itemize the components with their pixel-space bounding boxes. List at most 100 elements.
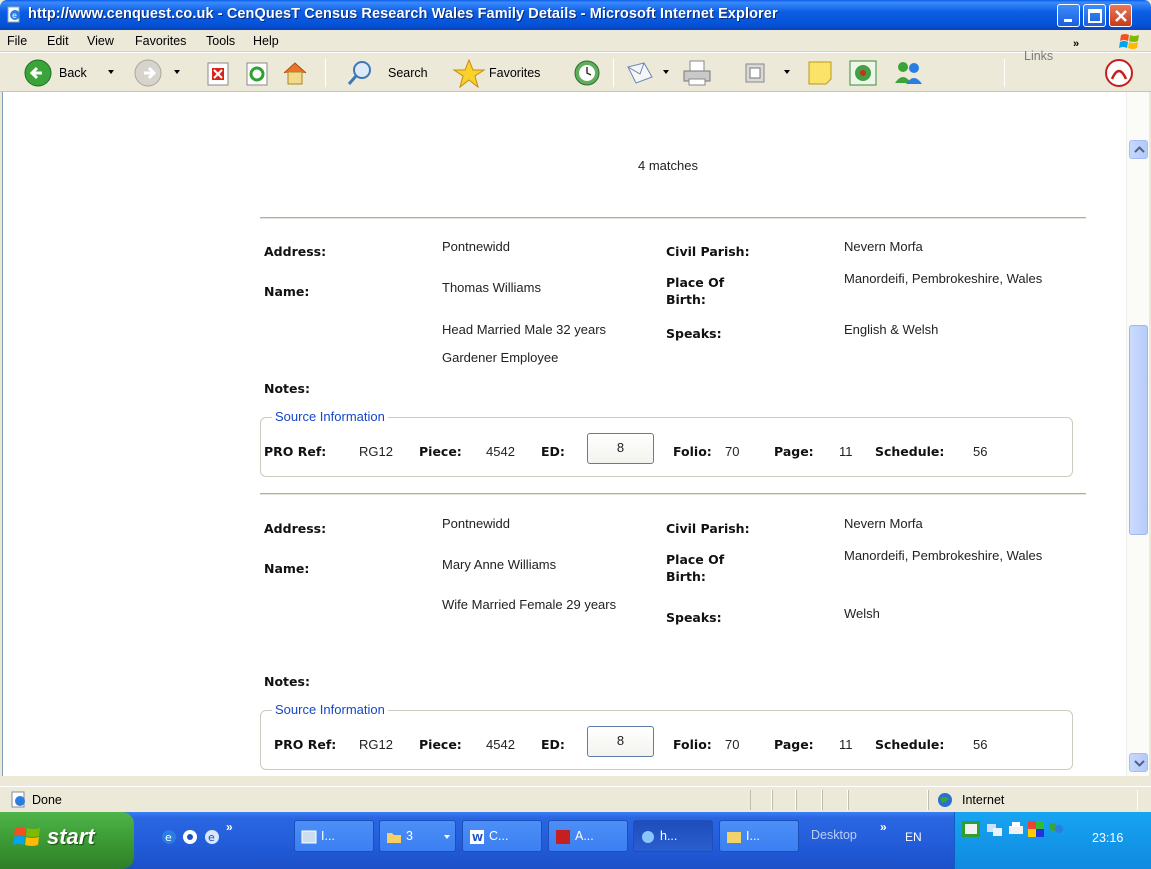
- menu-view[interactable]: View: [87, 34, 114, 48]
- page-label: Page:: [774, 444, 814, 459]
- printer-tray-icon[interactable]: [1007, 820, 1025, 838]
- record-divider: [260, 217, 1086, 219]
- app-icon: [727, 832, 741, 843]
- edit-dropdown-icon[interactable]: [784, 70, 790, 74]
- start-button[interactable]: start: [0, 812, 134, 869]
- place-of-birth-label: Place Of Birth:: [666, 552, 725, 584]
- folio-value: 70: [725, 737, 740, 752]
- back-dropdown-icon[interactable]: [108, 70, 114, 74]
- menu-edit[interactable]: Edit: [47, 34, 69, 48]
- page-content: 4 matches Address: Pontnewidd Name: Thom…: [3, 92, 1129, 776]
- name-label: Name:: [264, 284, 310, 299]
- refresh-icon[interactable]: [243, 57, 271, 89]
- stop-icon[interactable]: [204, 57, 232, 89]
- acrobat-task-icon: [556, 830, 570, 844]
- mail-dropdown-icon[interactable]: [663, 70, 669, 74]
- taskbar-button-label: h...: [660, 829, 678, 843]
- toolbar-separator: [325, 59, 326, 87]
- window-title: http://www.cenquest.co.uk - CenQuesT Cen…: [28, 6, 778, 22]
- language-indicator[interactable]: EN: [905, 830, 922, 844]
- back-label[interactable]: Back: [59, 66, 87, 80]
- menu-favorites[interactable]: Favorites: [135, 34, 186, 48]
- place-of-birth-label: Place Of Birth:: [666, 275, 725, 307]
- messenger-icon[interactable]: [891, 57, 925, 89]
- scroll-thumb[interactable]: [1129, 325, 1148, 535]
- print-icon[interactable]: [680, 57, 716, 89]
- ime-icon[interactable]: [961, 820, 981, 838]
- page-value: 11: [839, 737, 853, 752]
- place-of-birth-value: Manordeifi, Pembrokeshire, Wales: [844, 271, 1043, 286]
- quicklaunch-chevron-icon[interactable]: »: [226, 820, 233, 834]
- details-value: Head Married Male 32 years: [442, 322, 607, 337]
- place-of-birth-value: Manordeifi, Pembrokeshire, Wales: [844, 548, 1043, 563]
- piece-label: Piece:: [419, 444, 462, 459]
- taskbar-button[interactable]: W C...: [462, 820, 542, 852]
- svg-text:e: e: [165, 831, 172, 844]
- pro-ref-label: PRO Ref:: [264, 444, 327, 459]
- ed-button[interactable]: 8: [587, 433, 654, 464]
- taskbar-button[interactable]: 3: [379, 820, 456, 852]
- app-icon: [301, 830, 317, 844]
- name-value: Mary Anne Williams: [442, 557, 557, 572]
- browser-quicklaunch-icon[interactable]: e: [203, 828, 221, 846]
- acrobat-icon[interactable]: [1102, 57, 1136, 89]
- favorites-star-icon[interactable]: [452, 57, 486, 89]
- vertical-scrollbar[interactable]: [1126, 92, 1149, 776]
- messenger-tray-icon[interactable]: [1047, 820, 1065, 838]
- menu-tools[interactable]: Tools: [206, 34, 235, 48]
- mail-icon[interactable]: [624, 57, 660, 89]
- search-icon[interactable]: [344, 57, 376, 89]
- opera-quicklaunch-icon[interactable]: [181, 828, 199, 846]
- forward-arrow-icon[interactable]: [132, 57, 164, 89]
- minimize-button[interactable]: [1057, 4, 1080, 27]
- taskbar-button[interactable]: A...: [548, 820, 628, 852]
- taskbar-button[interactable]: I...: [719, 820, 799, 852]
- schedule-label: Schedule:: [875, 737, 945, 752]
- scroll-down-button[interactable]: [1129, 753, 1148, 772]
- history-icon[interactable]: [571, 57, 603, 89]
- page-value: 11: [839, 444, 853, 459]
- page-viewport: 4 matches Address: Pontnewidd Name: Thom…: [2, 92, 1129, 776]
- ie-quicklaunch-icon[interactable]: e: [160, 828, 178, 846]
- group-dropdown-icon[interactable]: [444, 835, 450, 839]
- notes-label: Notes:: [264, 381, 310, 396]
- color-tray-icon[interactable]: [1027, 820, 1045, 838]
- note-icon[interactable]: [804, 57, 836, 89]
- edit-page-icon[interactable]: [742, 57, 768, 89]
- maximize-button[interactable]: [1083, 4, 1106, 27]
- ie-page-icon: e: [7, 6, 20, 23]
- folio-label: Folio:: [673, 737, 712, 752]
- start-label[interactable]: start: [47, 824, 95, 850]
- ed-button[interactable]: 8: [587, 726, 654, 757]
- back-arrow-icon[interactable]: [22, 57, 54, 89]
- close-button[interactable]: [1109, 4, 1132, 27]
- desktop-chevron-icon[interactable]: »: [880, 820, 887, 834]
- status-panel: [848, 790, 928, 810]
- icq-flower-icon[interactable]: [847, 57, 879, 89]
- links-label[interactable]: Links: [1024, 49, 1053, 63]
- toolbar-separator: [613, 59, 614, 87]
- page-done-icon: [11, 791, 25, 808]
- pro-ref-label: PRO Ref:: [274, 737, 337, 752]
- taskbar-button-label: 3: [406, 829, 413, 843]
- forward-dropdown-icon[interactable]: [174, 70, 180, 74]
- scroll-up-button[interactable]: [1129, 140, 1148, 159]
- menu-help[interactable]: Help: [253, 34, 279, 48]
- piece-value: 4542: [486, 444, 515, 459]
- taskbar-button[interactable]: I...: [294, 820, 374, 852]
- windows-flag-icon: [13, 827, 40, 846]
- occupation-value: Gardener Employee: [442, 350, 559, 365]
- pro-ref-value: RG12: [359, 444, 393, 459]
- taskbar-button-active[interactable]: h...: [633, 820, 713, 852]
- svg-text:e: e: [12, 11, 17, 20]
- speaks-label: Speaks:: [666, 326, 722, 341]
- toolbar-overflow-chevron-icon[interactable]: »: [1073, 38, 1079, 50]
- desktop-toolbar-label[interactable]: Desktop: [811, 828, 857, 842]
- favorites-label[interactable]: Favorites: [489, 66, 540, 80]
- taskbar-button-label: C...: [489, 829, 509, 843]
- menu-file[interactable]: File: [7, 34, 27, 48]
- taskbar-button-label: I...: [746, 829, 760, 843]
- search-label[interactable]: Search: [388, 66, 428, 80]
- home-icon[interactable]: [280, 57, 310, 89]
- network-icon[interactable]: [985, 820, 1003, 838]
